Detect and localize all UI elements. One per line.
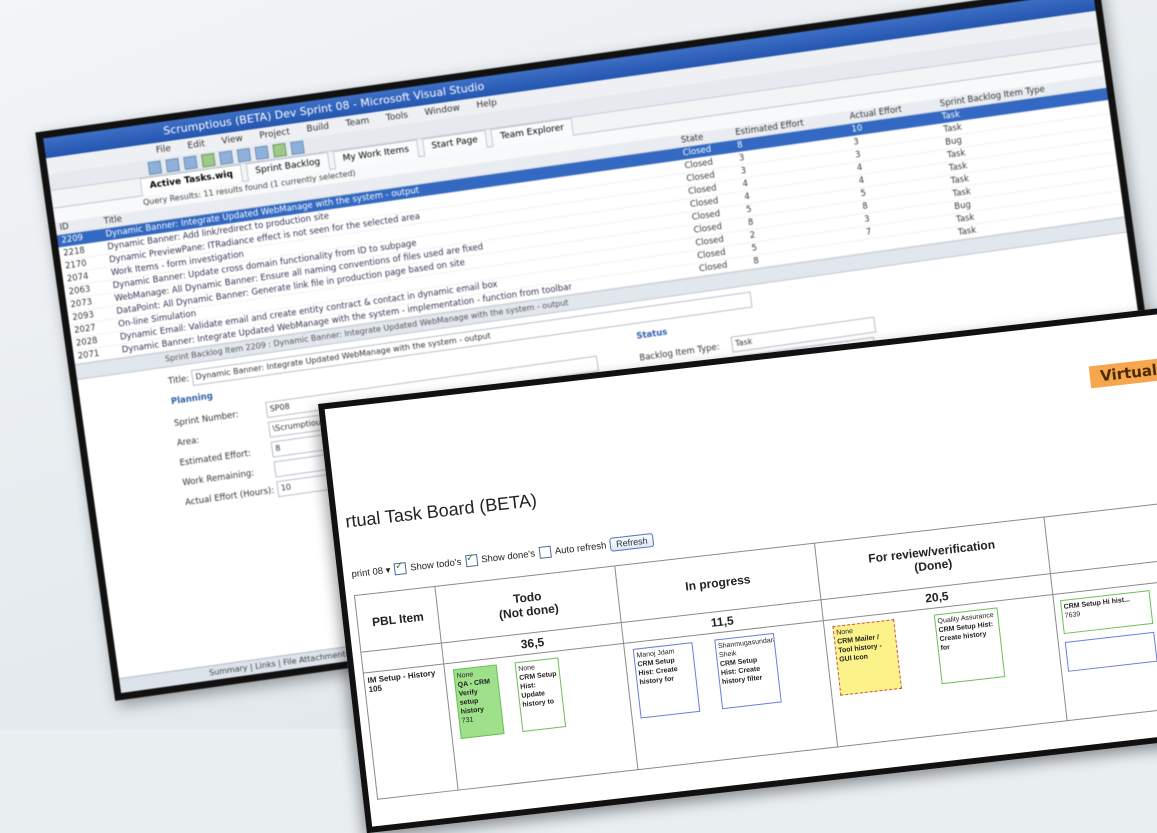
sprint-select[interactable]: print 08 ▾: [351, 564, 391, 579]
menu-window[interactable]: Window: [424, 103, 461, 118]
status-section: Status: [635, 327, 669, 342]
done-cell: CRM Setup Hi hist... 7639: [1052, 578, 1157, 721]
show-dones-label: Show done's: [480, 547, 536, 565]
todo-cell: None QA - CRM Verify setup history 731 Non…: [443, 643, 638, 791]
menu-help[interactable]: Help: [476, 98, 498, 111]
menu-file[interactable]: File: [155, 144, 171, 156]
find-icon[interactable]: [290, 139, 305, 155]
task-card[interactable]: CRM Setup Hi hist... 7639: [1059, 590, 1154, 635]
task-card[interactable]: None QA - CRM Verify setup history 731: [452, 664, 505, 739]
refresh-icon[interactable]: [272, 142, 287, 158]
run-icon[interactable]: [200, 152, 216, 168]
menu-project[interactable]: Project: [259, 127, 291, 141]
page-title: rtual Task Board (BETA): [344, 489, 538, 532]
column-pbl-item: PBL Item: [354, 586, 442, 653]
pbl-item-cell[interactable]: IM Setup - History 105: [363, 663, 459, 800]
show-todo-label: Show todo's: [409, 556, 462, 574]
menu-edit[interactable]: Edit: [187, 139, 206, 151]
review-cell: None CRM Mailer / Tool history - GUI Icon…: [823, 594, 1068, 747]
brand-banner: Virtual Task: [1089, 352, 1157, 389]
planning-section: Planning: [170, 391, 214, 408]
menu-team[interactable]: Team: [345, 116, 370, 129]
open-icon[interactable]: [165, 157, 180, 173]
task-board: PBL Item Todo (Not done) In progress For …: [354, 501, 1157, 800]
task-card[interactable]: Shanmugasundaram Sheik CRM Setup Hist: Cr…: [714, 632, 782, 710]
menu-tools[interactable]: Tools: [385, 111, 408, 124]
task-card[interactable]: None CRM Setup Hist: Update history to: [514, 657, 567, 732]
title-label: Title:: [167, 374, 190, 387]
task-card[interactable]: Manoj Jdam CRM Setup Hist: Create history…: [632, 642, 701, 719]
actual-effort-label: Actual Effort (Hours):: [184, 485, 275, 508]
refresh-button[interactable]: Refresh: [609, 532, 655, 552]
in-progress-cell: Manoj Jdam CRM Setup Hist: Create history…: [623, 620, 838, 770]
cut-icon[interactable]: [218, 149, 234, 165]
copy-icon[interactable]: [236, 147, 252, 163]
paste-icon[interactable]: [254, 144, 270, 160]
auto-refresh-label: Auto refresh: [554, 539, 607, 557]
menu-view[interactable]: View: [221, 134, 244, 147]
task-card[interactable]: Quality Assurance CRM Setup Hist: Create …: [933, 607, 1006, 685]
new-icon[interactable]: [147, 159, 163, 175]
menu-build[interactable]: Build: [306, 122, 330, 135]
task-card[interactable]: [1064, 631, 1157, 672]
show-todo-checkbox[interactable]: [393, 562, 407, 576]
show-dones-checkbox[interactable]: [464, 554, 478, 568]
auto-refresh-checkbox[interactable]: [538, 545, 552, 559]
task-card[interactable]: None CRM Mailer / Tool history - GUI Icon: [832, 619, 902, 696]
save-icon[interactable]: [183, 154, 198, 170]
